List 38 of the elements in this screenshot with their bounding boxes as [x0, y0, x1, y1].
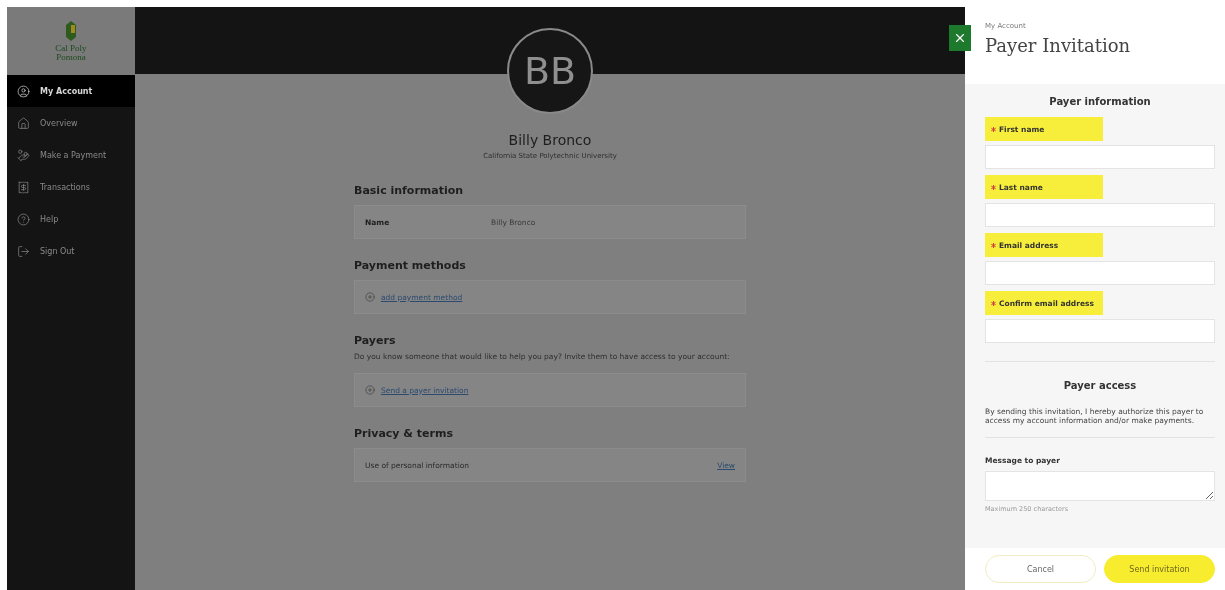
- sign-out-icon: [17, 244, 30, 258]
- required-asterisk-icon: [991, 300, 996, 306]
- section-title: Payers: [354, 334, 397, 347]
- required-asterisk-icon: [991, 242, 996, 248]
- receipt-icon: [17, 180, 30, 194]
- help-icon: [17, 212, 30, 226]
- panel-title: Payer Invitation: [985, 35, 1132, 56]
- cancel-button[interactable]: Cancel: [985, 555, 1096, 583]
- section-heading: Payer information: [1048, 96, 1152, 107]
- send-button[interactable]: Send invitation: [1104, 555, 1215, 583]
- profile-name: Billy Bronco: [508, 132, 592, 148]
- section-heading: Payer access: [1062, 380, 1138, 391]
- user-circle-icon: [17, 84, 30, 98]
- sidebar-item[interactable]: Transactions: [7, 171, 135, 203]
- input-field[interactable]: [985, 203, 1215, 227]
- section-title: Basic information: [354, 184, 465, 197]
- sidebar-item[interactable]: Sign Out: [7, 235, 135, 267]
- section-title: Privacy & terms: [354, 427, 454, 440]
- input-field[interactable]: [985, 145, 1215, 169]
- sidebar-item[interactable]: Help: [7, 203, 135, 235]
- sidebar-item[interactable]: Make a Payment: [7, 139, 135, 171]
- close-icon: [953, 31, 967, 45]
- close-button[interactable]: [949, 25, 971, 51]
- sidebar-item[interactable]: My Account: [7, 75, 135, 107]
- input-field[interactable]: [985, 319, 1215, 343]
- required-asterisk-icon: [991, 184, 996, 190]
- home-icon: [17, 116, 30, 130]
- avatar-initials: BB: [507, 28, 593, 114]
- sidebar-item[interactable]: Overview: [7, 107, 135, 139]
- section-title: Payment methods: [354, 259, 467, 272]
- add-icon: [365, 292, 375, 302]
- add-icon: [365, 385, 375, 395]
- hand-coins-icon: [17, 148, 30, 162]
- input-field[interactable]: [985, 261, 1215, 285]
- logo-icon: [63, 20, 79, 41]
- message-field[interactable]: [985, 471, 1215, 501]
- logo-text: Cal Poly Pomona: [54, 43, 88, 62]
- required-asterisk-icon: [991, 126, 996, 132]
